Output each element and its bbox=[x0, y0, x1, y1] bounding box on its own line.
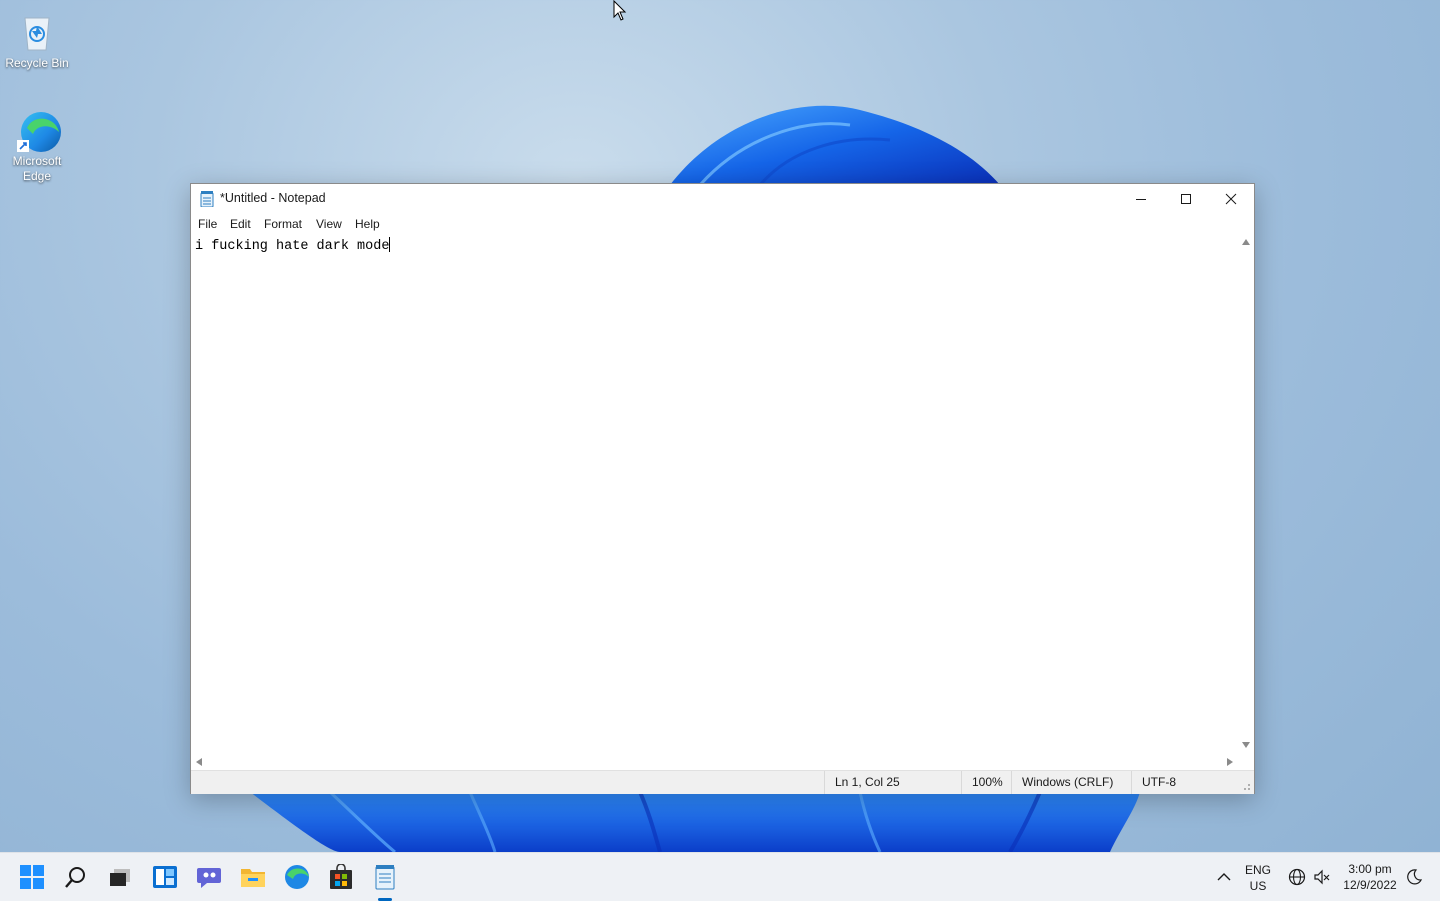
status-bar: Ln 1, Col 25 100% Windows (CRLF) UTF-8 bbox=[191, 770, 1254, 794]
task-view-icon bbox=[110, 869, 130, 886]
horizontal-scrollbar[interactable] bbox=[191, 754, 1238, 770]
menu-bar: File Edit Format View Help bbox=[191, 214, 1254, 234]
language-indicator[interactable]: ENG US bbox=[1242, 862, 1274, 894]
close-icon bbox=[1225, 193, 1237, 205]
minimize-icon bbox=[1136, 199, 1146, 200]
focus-assist-button[interactable] bbox=[1400, 863, 1428, 891]
language-line1: ENG bbox=[1244, 863, 1271, 877]
start-icon bbox=[20, 865, 44, 889]
taskbar: ENG US 3:00 pm 12/9/2022 bbox=[0, 852, 1440, 901]
volume-button[interactable] bbox=[1308, 863, 1336, 891]
clock-date: 12/9/2022 bbox=[1343, 878, 1397, 892]
search-button[interactable] bbox=[62, 863, 90, 891]
scroll-right-arrow-icon[interactable] bbox=[1227, 758, 1233, 766]
vertical-scrollbar[interactable] bbox=[1238, 235, 1254, 754]
edge-icon bbox=[285, 865, 309, 889]
window-title: *Untitled - Notepad bbox=[220, 191, 326, 205]
scroll-down-arrow-icon[interactable] bbox=[1242, 742, 1250, 748]
speaker-muted-icon bbox=[1314, 869, 1330, 885]
edge-taskbar-button[interactable] bbox=[283, 863, 311, 891]
menu-help[interactable]: Help bbox=[355, 217, 380, 231]
menu-view[interactable]: View bbox=[316, 217, 342, 231]
moon-icon bbox=[1407, 869, 1422, 885]
notepad-taskbar-button[interactable] bbox=[371, 863, 399, 901]
maximize-button[interactable] bbox=[1163, 184, 1209, 214]
notepad-icon bbox=[200, 191, 214, 207]
minimize-button[interactable] bbox=[1118, 184, 1164, 214]
scroll-up-arrow-icon[interactable] bbox=[1242, 239, 1250, 245]
menu-format[interactable]: Format bbox=[264, 217, 302, 231]
language-line2: US bbox=[1249, 879, 1267, 893]
recycle-bin-icon bbox=[15, 10, 59, 54]
chevron-up-icon bbox=[1217, 873, 1231, 881]
close-button[interactable] bbox=[1208, 184, 1254, 214]
store-icon bbox=[330, 864, 352, 889]
clock[interactable]: 3:00 pm 12/9/2022 bbox=[1336, 861, 1404, 893]
desktop-icon-label: Microsoft Edge bbox=[12, 154, 62, 183]
file-explorer-icon bbox=[241, 869, 265, 887]
edge-icon bbox=[15, 108, 61, 152]
chat-button[interactable] bbox=[195, 863, 223, 891]
show-hidden-icons-button[interactable] bbox=[1210, 863, 1238, 891]
file-explorer-button[interactable] bbox=[239, 863, 267, 891]
desktop-icon-recycle-bin[interactable]: Recycle Bin bbox=[0, 10, 74, 71]
maximize-icon bbox=[1181, 194, 1191, 204]
status-cursor-position: Ln 1, Col 25 bbox=[824, 771, 960, 794]
widgets-button[interactable] bbox=[151, 863, 179, 891]
desktop-icon-edge[interactable]: Microsoft Edge bbox=[0, 108, 74, 184]
start-button[interactable] bbox=[18, 863, 46, 891]
globe-icon bbox=[1288, 868, 1306, 886]
notepad-icon bbox=[375, 865, 395, 890]
network-button[interactable] bbox=[1283, 863, 1311, 891]
store-button[interactable] bbox=[327, 863, 355, 891]
menu-file[interactable]: File bbox=[198, 217, 217, 231]
status-zoom: 100% bbox=[961, 771, 1010, 794]
text-caret bbox=[389, 237, 391, 252]
menu-edit[interactable]: Edit bbox=[230, 217, 251, 231]
status-line-ending: Windows (CRLF) bbox=[1011, 771, 1130, 794]
search-icon bbox=[65, 867, 85, 888]
status-encoding: UTF-8 bbox=[1131, 771, 1242, 794]
resize-grip-icon[interactable] bbox=[1241, 781, 1251, 791]
editor-text: i fucking hate dark mode bbox=[195, 239, 390, 254]
chat-icon bbox=[197, 868, 221, 888]
scroll-left-arrow-icon[interactable] bbox=[196, 758, 202, 766]
notepad-window: *Untitled - Notepad File Edit Format Vie… bbox=[190, 183, 1255, 794]
mouse-cursor-icon bbox=[613, 0, 627, 21]
desktop-icon-label: Recycle Bin bbox=[5, 56, 69, 70]
clock-time: 3:00 pm bbox=[1348, 862, 1392, 876]
title-bar[interactable]: *Untitled - Notepad bbox=[191, 184, 1254, 214]
task-view-button[interactable] bbox=[106, 863, 134, 891]
widgets-icon bbox=[153, 866, 177, 888]
text-editor[interactable]: i fucking hate dark mode bbox=[191, 235, 1238, 754]
